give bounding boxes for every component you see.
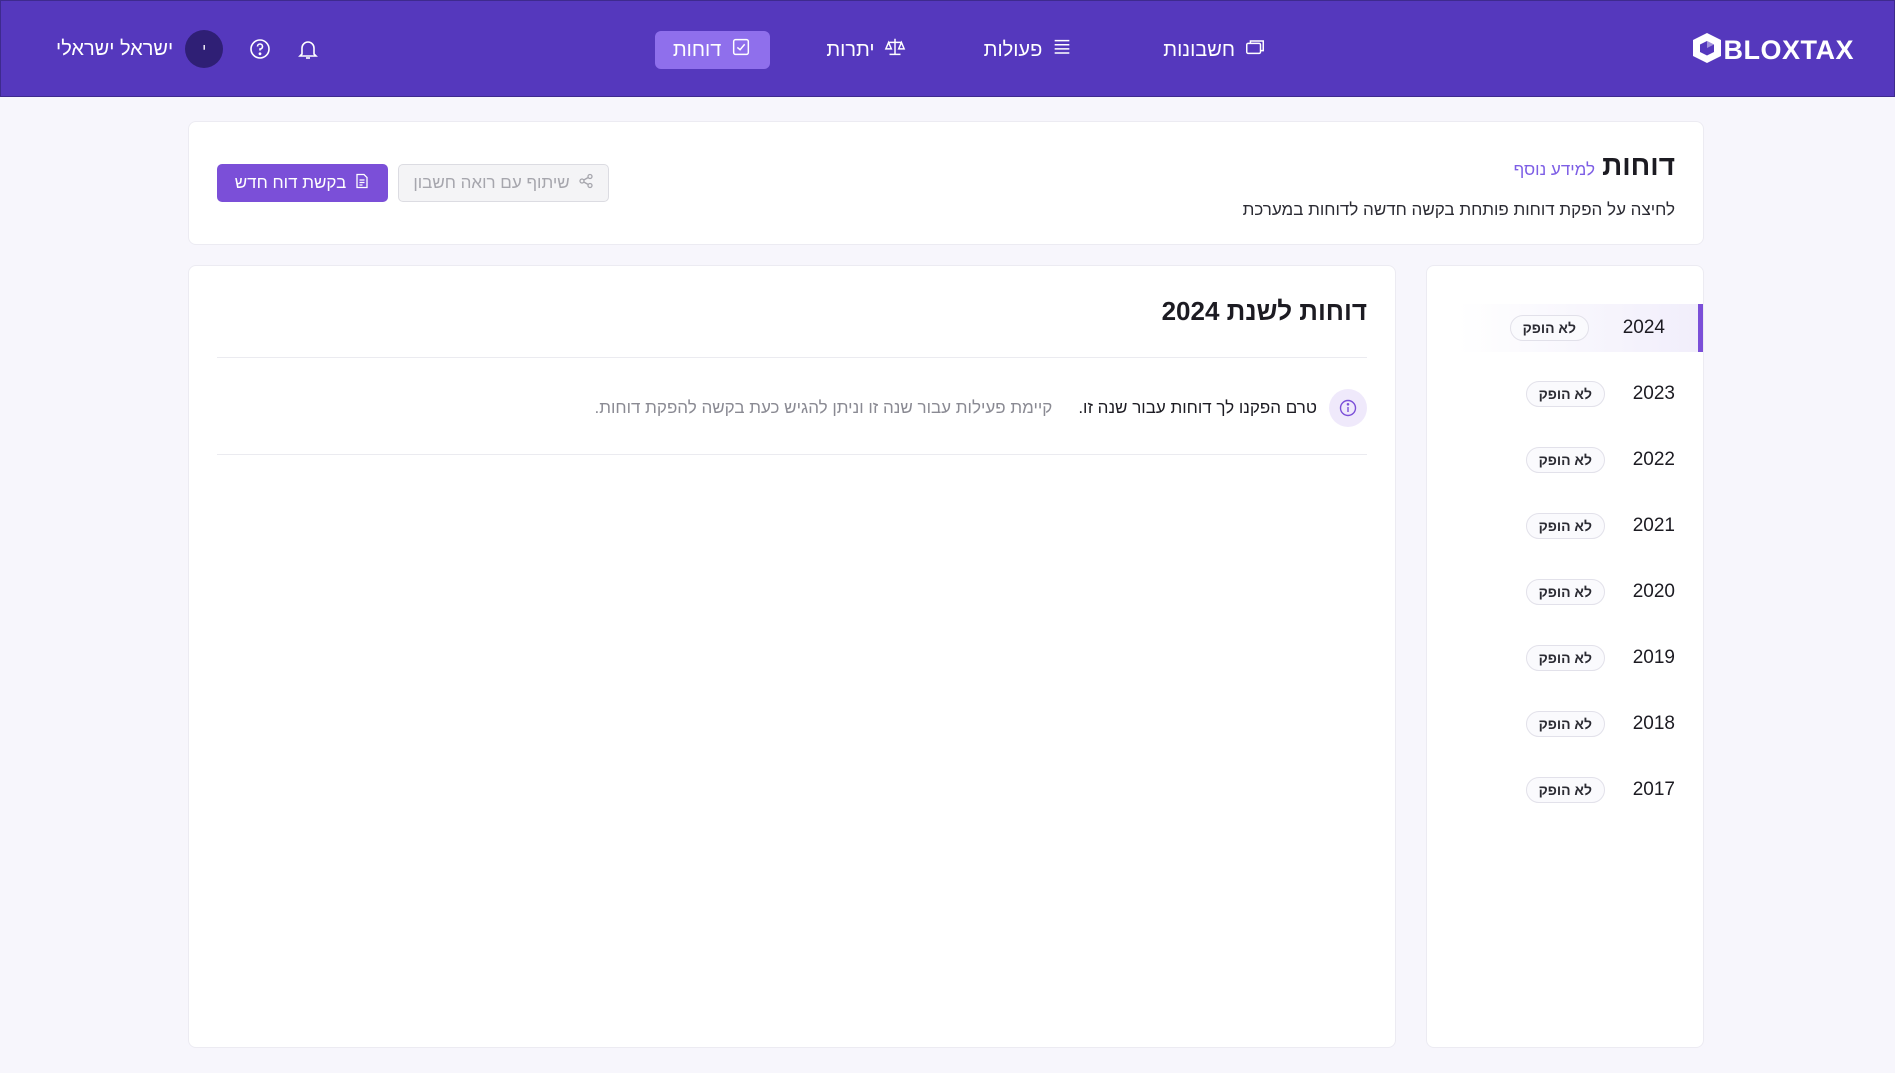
main-navigation: חשבונות פעולות יתרות דוחות [654,31,1284,69]
year-label: 2018 [1632,713,1675,734]
new-report-button-label: בקשת דוח חדש [234,173,347,192]
status-badge: לא הופק [1525,513,1605,539]
share-with-accountant-button[interactable]: שיתוף עם רואה חשבון [398,164,609,202]
info-message-details: קיימת פעילות עבור שנה זו וניתן להגיש כעת… [594,398,1053,417]
nav-item-accounts[interactable]: חשבונות [1145,31,1284,69]
page-title: דוחות [1602,150,1675,181]
info-message: טרם הפקנו לך דוחות עבור שנה זו. קיימת פע… [595,388,1367,428]
help-icon[interactable] [248,37,272,61]
page-header-card: דוחות למידע נוסף לחיצה על הפקת דוחות פות… [188,121,1704,245]
nav-label-accounts: חשבונות [1163,38,1235,61]
year-item-2023[interactable]: 2023 לא הופק [1458,370,1703,418]
user-menu[interactable]: ישראל ישראלי י [56,29,224,69]
info-message-title: טרם הפקנו לך דוחות עבור שנה זו. [1078,398,1317,417]
year-item-2018[interactable]: 2018 לא הופק [1458,700,1703,748]
years-list: 2024 לא הופק 2023 לא הופק 2022 לא הופק 2… [1426,265,1704,1048]
nav-label-balances: יתרות [826,38,875,61]
nav-item-actions[interactable]: פעולות [966,31,1092,69]
year-item-2022[interactable]: 2022 לא הופק [1458,436,1703,484]
report-icon [730,36,752,64]
divider [217,454,1367,455]
year-item-2017[interactable]: 2017 לא הופק [1458,766,1703,814]
logo-text: BLOXTAX [1723,34,1854,65]
top-navigation-bar: BLOXTAX חשבונות פעולות יתרות דוחות ישראל… [0,0,1895,97]
folders-icon [1244,36,1266,64]
page-subtitle: לחיצה על הפקת דוחות פותחת בקשה חדשה לדוח… [1242,200,1675,219]
year-label: 2017 [1632,779,1675,800]
user-name: ישראל ישראלי [56,37,174,60]
status-badge: לא הופק [1525,777,1605,803]
year-item-2021[interactable]: 2021 לא הופק [1458,502,1703,550]
list-icon [1051,36,1073,64]
more-info-link[interactable]: למידע נוסף [1514,160,1595,180]
year-label: 2019 [1632,647,1675,668]
cube-logo-icon [1692,32,1722,69]
status-badge: לא הופק [1525,381,1605,407]
status-badge: לא הופק [1525,447,1605,473]
share-button-label: שיתוף עם רואה חשבון [413,173,570,192]
share-icon [578,173,594,194]
divider [217,357,1367,358]
document-icon [354,173,370,194]
year-item-2020[interactable]: 2020 לא הופק [1458,568,1703,616]
year-label: 2023 [1632,383,1675,404]
avatar: י [185,30,224,68]
status-badge: לא הופק [1525,711,1605,737]
status-badge: לא הופק [1525,645,1605,671]
year-label: 2021 [1632,515,1675,536]
nav-label-reports: דוחות [672,38,722,61]
status-badge: לא הופק [1525,579,1605,605]
bell-icon[interactable] [296,37,320,61]
year-label: 2020 [1632,581,1675,602]
bloxtax-logo[interactable]: BLOXTAX [1692,32,1855,68]
status-badge: לא הופק [1509,315,1589,341]
year-label: 2022 [1632,449,1675,470]
year-label: 2024 [1622,317,1665,338]
nav-item-reports[interactable]: דוחות [654,31,771,69]
nav-item-balances[interactable]: יתרות [808,31,923,69]
section-title: דוחות לשנת 2024 [1161,296,1367,326]
info-icon [1329,389,1367,427]
year-item-2019[interactable]: 2019 לא הופק [1458,634,1703,682]
reports-panel: דוחות לשנת 2024 טרם הפקנו לך דוחות עבור … [188,265,1396,1048]
year-item-2024[interactable]: 2024 לא הופק [1458,304,1703,352]
scale-icon [884,36,906,64]
new-report-button[interactable]: בקשת דוח חדש [217,164,388,202]
nav-label-actions: פעולות [983,38,1043,61]
